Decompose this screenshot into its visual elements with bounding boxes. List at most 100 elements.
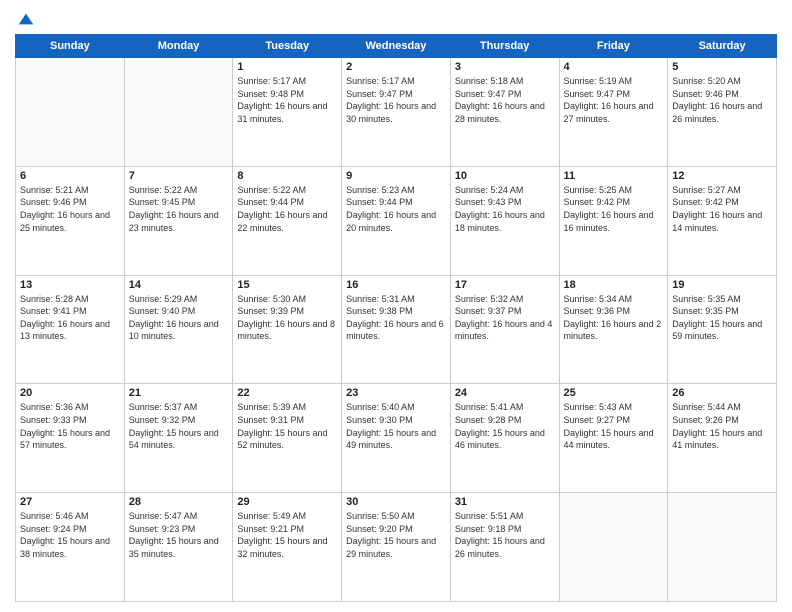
cell-text: Sunrise: 5:50 AM Sunset: 9:20 PM Dayligh…	[346, 510, 446, 560]
calendar-cell: 14 Sunrise: 5:29 AM Sunset: 9:40 PM Dayli…	[124, 275, 233, 384]
cell-text: Sunrise: 5:41 AM Sunset: 9:28 PM Dayligh…	[455, 401, 555, 451]
calendar-cell: 2 Sunrise: 5:17 AM Sunset: 9:47 PM Daylig…	[342, 58, 451, 167]
calendar-cell: 8 Sunrise: 5:22 AM Sunset: 9:44 PM Daylig…	[233, 166, 342, 275]
day-number: 4	[564, 61, 664, 73]
calendar-cell: 31 Sunrise: 5:51 AM Sunset: 9:18 PM Dayli…	[450, 493, 559, 602]
calendar-cell: 29 Sunrise: 5:49 AM Sunset: 9:21 PM Dayli…	[233, 493, 342, 602]
cell-text: Sunrise: 5:51 AM Sunset: 9:18 PM Dayligh…	[455, 510, 555, 560]
calendar-cell	[559, 493, 668, 602]
cell-text: Sunrise: 5:37 AM Sunset: 9:32 PM Dayligh…	[129, 401, 229, 451]
day-number: 1	[237, 61, 337, 73]
day-number: 11	[564, 170, 664, 182]
cell-text: Sunrise: 5:36 AM Sunset: 9:33 PM Dayligh…	[20, 401, 120, 451]
cell-text: Sunrise: 5:34 AM Sunset: 9:36 PM Dayligh…	[564, 293, 664, 343]
calendar-cell: 20 Sunrise: 5:36 AM Sunset: 9:33 PM Dayli…	[16, 384, 125, 493]
calendar-cell: 28 Sunrise: 5:47 AM Sunset: 9:23 PM Dayli…	[124, 493, 233, 602]
calendar-cell: 24 Sunrise: 5:41 AM Sunset: 9:28 PM Dayli…	[450, 384, 559, 493]
cell-text: Sunrise: 5:32 AM Sunset: 9:37 PM Dayligh…	[455, 293, 555, 343]
calendar-cell: 15 Sunrise: 5:30 AM Sunset: 9:39 PM Dayli…	[233, 275, 342, 384]
logo	[15, 10, 35, 28]
calendar-cell: 5Sunrise: 5:20 AM Sunset: 9:46 PM Daylig…	[668, 58, 777, 167]
day-number: 30	[346, 496, 446, 508]
cell-text: Sunrise: 5:49 AM Sunset: 9:21 PM Dayligh…	[237, 510, 337, 560]
cell-text: Sunrise: 5:39 AM Sunset: 9:31 PM Dayligh…	[237, 401, 337, 451]
page: SundayMondayTuesdayWednesdayThursdayFrid…	[0, 0, 792, 612]
weekday-header: Tuesday	[233, 35, 342, 58]
day-number: 12	[672, 170, 772, 182]
cell-text: Sunrise: 5:27 AM Sunset: 9:42 PM Dayligh…	[672, 184, 772, 234]
cell-text: Sunrise: 5:31 AM Sunset: 9:38 PM Dayligh…	[346, 293, 446, 343]
cell-text: Sunrise: 5:35 AM Sunset: 9:35 PM Dayligh…	[672, 293, 772, 343]
cell-text: Sunrise: 5:18 AM Sunset: 9:47 PM Dayligh…	[455, 75, 555, 125]
cell-text: Sunrise: 5:30 AM Sunset: 9:39 PM Dayligh…	[237, 293, 337, 343]
logo-icon	[17, 10, 35, 28]
cell-text: Sunrise: 5:22 AM Sunset: 9:44 PM Dayligh…	[237, 184, 337, 234]
day-number: 20	[20, 387, 120, 399]
day-number: 8	[237, 170, 337, 182]
cell-text: Sunrise: 5:43 AM Sunset: 9:27 PM Dayligh…	[564, 401, 664, 451]
day-number: 15	[237, 279, 337, 291]
calendar-cell: 17Sunrise: 5:32 AM Sunset: 9:37 PM Dayli…	[450, 275, 559, 384]
day-number: 7	[129, 170, 229, 182]
day-number: 2	[346, 61, 446, 73]
calendar-cell: 10 Sunrise: 5:24 AM Sunset: 9:43 PM Dayli…	[450, 166, 559, 275]
day-number: 14	[129, 279, 229, 291]
cell-text: Sunrise: 5:22 AM Sunset: 9:45 PM Dayligh…	[129, 184, 229, 234]
day-number: 16	[346, 279, 446, 291]
cell-text: Sunrise: 5:25 AM Sunset: 9:42 PM Dayligh…	[564, 184, 664, 234]
day-number: 24	[455, 387, 555, 399]
day-number: 22	[237, 387, 337, 399]
weekday-header: Thursday	[450, 35, 559, 58]
day-number: 9	[346, 170, 446, 182]
day-number: 18	[564, 279, 664, 291]
calendar-cell: 6 Sunrise: 5:21 AM Sunset: 9:46 PM Daylig…	[16, 166, 125, 275]
day-number: 10	[455, 170, 555, 182]
day-number: 31	[455, 496, 555, 508]
cell-text: Sunrise: 5:46 AM Sunset: 9:24 PM Dayligh…	[20, 510, 120, 560]
day-number: 13	[20, 279, 120, 291]
day-number: 19	[672, 279, 772, 291]
calendar-cell	[668, 493, 777, 602]
day-number: 28	[129, 496, 229, 508]
calendar-cell: 9 Sunrise: 5:23 AM Sunset: 9:44 PM Daylig…	[342, 166, 451, 275]
calendar-cell	[16, 58, 125, 167]
cell-text: Sunrise: 5:21 AM Sunset: 9:46 PM Dayligh…	[20, 184, 120, 234]
cell-text: Sunrise: 5:40 AM Sunset: 9:30 PM Dayligh…	[346, 401, 446, 451]
day-number: 6	[20, 170, 120, 182]
calendar-cell: 11 Sunrise: 5:25 AM Sunset: 9:42 PM Dayli…	[559, 166, 668, 275]
cell-text: Sunrise: 5:47 AM Sunset: 9:23 PM Dayligh…	[129, 510, 229, 560]
calendar-cell: 7 Sunrise: 5:22 AM Sunset: 9:45 PM Daylig…	[124, 166, 233, 275]
cell-text: Sunrise: 5:17 AM Sunset: 9:48 PM Dayligh…	[237, 75, 337, 125]
weekday-header: Monday	[124, 35, 233, 58]
calendar-cell: 12 Sunrise: 5:27 AM Sunset: 9:42 PM Dayli…	[668, 166, 777, 275]
day-number: 21	[129, 387, 229, 399]
cell-text: Sunrise: 5:23 AM Sunset: 9:44 PM Dayligh…	[346, 184, 446, 234]
day-number: 3	[455, 61, 555, 73]
day-number: 25	[564, 387, 664, 399]
day-number: 29	[237, 496, 337, 508]
day-number: 5	[672, 61, 772, 73]
calendar-cell: 23 Sunrise: 5:40 AM Sunset: 9:30 PM Dayli…	[342, 384, 451, 493]
calendar-cell: 13 Sunrise: 5:28 AM Sunset: 9:41 PM Dayli…	[16, 275, 125, 384]
cell-text: Sunrise: 5:19 AM Sunset: 9:47 PM Dayligh…	[564, 75, 664, 125]
calendar-cell: 22 Sunrise: 5:39 AM Sunset: 9:31 PM Dayli…	[233, 384, 342, 493]
day-number: 23	[346, 387, 446, 399]
calendar-cell: 27 Sunrise: 5:46 AM Sunset: 9:24 PM Dayli…	[16, 493, 125, 602]
cell-text: Sunrise: 5:29 AM Sunset: 9:40 PM Dayligh…	[129, 293, 229, 343]
header	[15, 10, 777, 28]
calendar-cell: 3 Sunrise: 5:18 AM Sunset: 9:47 PM Daylig…	[450, 58, 559, 167]
cell-text: Sunrise: 5:44 AM Sunset: 9:26 PM Dayligh…	[672, 401, 772, 451]
calendar-cell: 18 Sunrise: 5:34 AM Sunset: 9:36 PM Dayli…	[559, 275, 668, 384]
weekday-header: Friday	[559, 35, 668, 58]
cell-text: Sunrise: 5:17 AM Sunset: 9:47 PM Dayligh…	[346, 75, 446, 125]
calendar-cell	[124, 58, 233, 167]
cell-text: Sunrise: 5:24 AM Sunset: 9:43 PM Dayligh…	[455, 184, 555, 234]
calendar-cell: 26 Sunrise: 5:44 AM Sunset: 9:26 PM Dayli…	[668, 384, 777, 493]
cell-text: Sunrise: 5:28 AM Sunset: 9:41 PM Dayligh…	[20, 293, 120, 343]
calendar-cell: 21 Sunrise: 5:37 AM Sunset: 9:32 PM Dayli…	[124, 384, 233, 493]
calendar-cell: 4 Sunrise: 5:19 AM Sunset: 9:47 PM Daylig…	[559, 58, 668, 167]
weekday-header: Saturday	[668, 35, 777, 58]
calendar-cell: 1 Sunrise: 5:17 AM Sunset: 9:48 PM Daylig…	[233, 58, 342, 167]
day-number: 27	[20, 496, 120, 508]
day-number: 26	[672, 387, 772, 399]
